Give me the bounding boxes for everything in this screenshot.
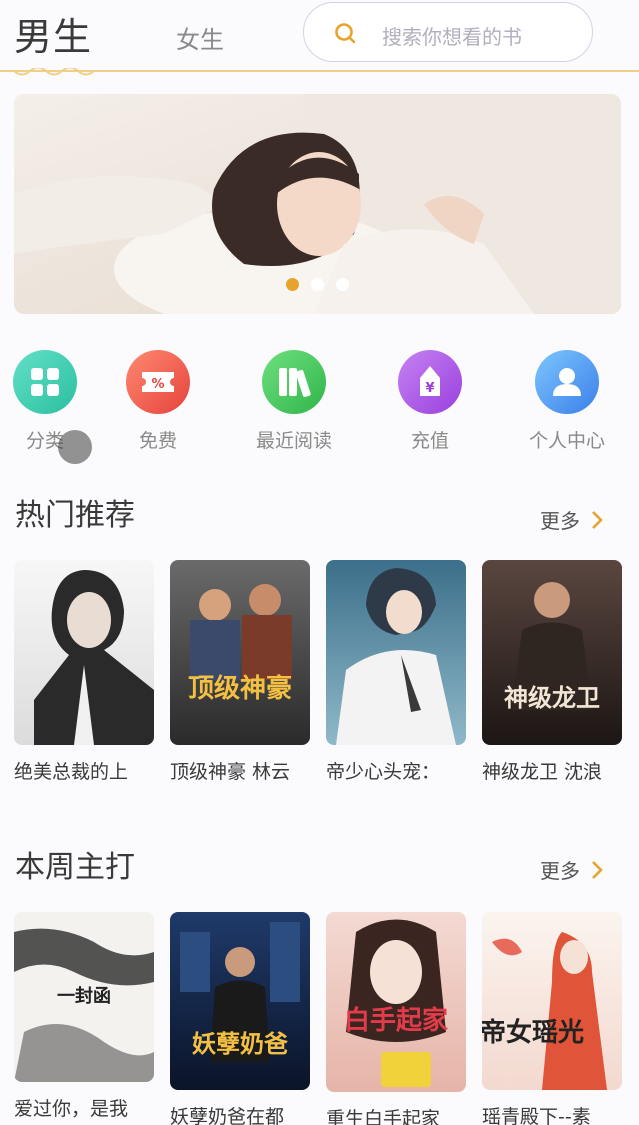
book-card[interactable]: 神级龙卫 神级龙卫 沈浪 bbox=[482, 560, 622, 784]
search-input[interactable]: 搜索你想看的书 bbox=[303, 2, 593, 62]
grid-icon bbox=[13, 350, 77, 414]
book-cover: 神级龙卫 bbox=[482, 560, 622, 745]
book-cover: 顶级神豪 bbox=[170, 560, 310, 745]
header-divider bbox=[0, 70, 639, 72]
book-cover: 一封函 bbox=[14, 912, 154, 1082]
nav-label: 个人中心 bbox=[528, 430, 605, 452]
carousel-indicators bbox=[286, 278, 349, 291]
carousel-dot[interactable] bbox=[286, 278, 299, 291]
search-icon bbox=[335, 23, 356, 44]
cover-title: 妖孽奶爸 bbox=[192, 1029, 288, 1058]
book-card[interactable]: 妖孽奶爸 妖孽奶爸在都 bbox=[170, 912, 310, 1125]
book-card[interactable]: 顶级神豪 顶级神豪 林云 bbox=[170, 560, 310, 784]
book-cover: 白手起家 bbox=[326, 912, 466, 1092]
user-icon bbox=[535, 350, 599, 414]
nav-label: 充值 bbox=[410, 430, 449, 452]
carousel-dot[interactable] bbox=[336, 278, 349, 291]
book-cover: 帝女瑶光 bbox=[482, 912, 622, 1090]
book-cover: 妖孽奶爸 bbox=[170, 912, 310, 1090]
nav-label: 免费 bbox=[138, 430, 177, 452]
chevron-right-icon bbox=[592, 860, 603, 879]
tab-girls[interactable]: 女生 bbox=[176, 20, 224, 55]
nav-recharge[interactable]: ¥ 充值 bbox=[365, 350, 495, 453]
cover-title: 白手起家 bbox=[343, 1006, 448, 1036]
touch-indicator bbox=[58, 430, 92, 464]
banner-carousel[interactable] bbox=[14, 94, 621, 314]
coupon-icon: % bbox=[126, 350, 190, 414]
nav-recent-reading[interactable]: 最近阅读 bbox=[229, 350, 359, 453]
svg-text:%: % bbox=[151, 377, 164, 392]
book-title: 神级龙卫 沈浪 bbox=[482, 761, 603, 783]
carousel-dot[interactable] bbox=[311, 278, 324, 291]
book-title: 瑶青殿下--素 bbox=[482, 1106, 591, 1125]
top-header: 男生 女生 搜索你想看的书 bbox=[0, 0, 639, 76]
book-title: 顶级神豪 林云 bbox=[170, 761, 291, 783]
book-title: 爱过你，是我 bbox=[14, 1098, 129, 1120]
tab-boys[interactable]: 男生 bbox=[14, 6, 92, 61]
cover-title: 顶级神豪 bbox=[187, 674, 292, 704]
book-card[interactable]: 白手起家 重生白手起家 bbox=[326, 912, 466, 1125]
book-card[interactable]: 一封函 爱过你，是我 bbox=[14, 912, 154, 1121]
books-icon bbox=[262, 350, 326, 414]
more-link-hot[interactable]: 更多 bbox=[540, 505, 604, 534]
cover-title: 一封函 bbox=[57, 986, 111, 1007]
nav-profile[interactable]: 个人中心 bbox=[502, 350, 632, 453]
svg-text:¥: ¥ bbox=[425, 381, 434, 396]
book-card[interactable]: 帝女瑶光 瑶青殿下--素 bbox=[482, 912, 622, 1125]
section-title-weekly: 本周主打 bbox=[15, 850, 135, 885]
nav-free[interactable]: % 免费 bbox=[93, 350, 223, 453]
book-card[interactable]: 帝少心头宠： bbox=[326, 560, 466, 784]
book-title: 妖孽奶爸在都 bbox=[170, 1106, 285, 1125]
chevron-right-icon bbox=[592, 510, 603, 529]
book-title: 帝少心头宠： bbox=[326, 761, 441, 783]
cover-title: 帝女瑶光 bbox=[482, 1018, 584, 1048]
section-title-hot: 热门推荐 bbox=[15, 498, 135, 533]
book-card[interactable]: 绝美总裁的上 bbox=[14, 560, 154, 784]
book-cover bbox=[326, 560, 466, 745]
book-cover bbox=[14, 560, 154, 745]
more-label: 更多 bbox=[540, 509, 580, 533]
more-label: 更多 bbox=[540, 859, 580, 883]
nav-label: 最近阅读 bbox=[255, 430, 332, 452]
cover-title: 神级龙卫 bbox=[504, 683, 600, 712]
book-title: 重生白手起家 bbox=[326, 1108, 441, 1125]
book-title: 绝美总裁的上 bbox=[14, 761, 129, 783]
search-placeholder: 搜索你想看的书 bbox=[382, 25, 522, 49]
more-link-weekly[interactable]: 更多 bbox=[540, 855, 604, 884]
yen-bag-icon: ¥ bbox=[398, 350, 462, 414]
